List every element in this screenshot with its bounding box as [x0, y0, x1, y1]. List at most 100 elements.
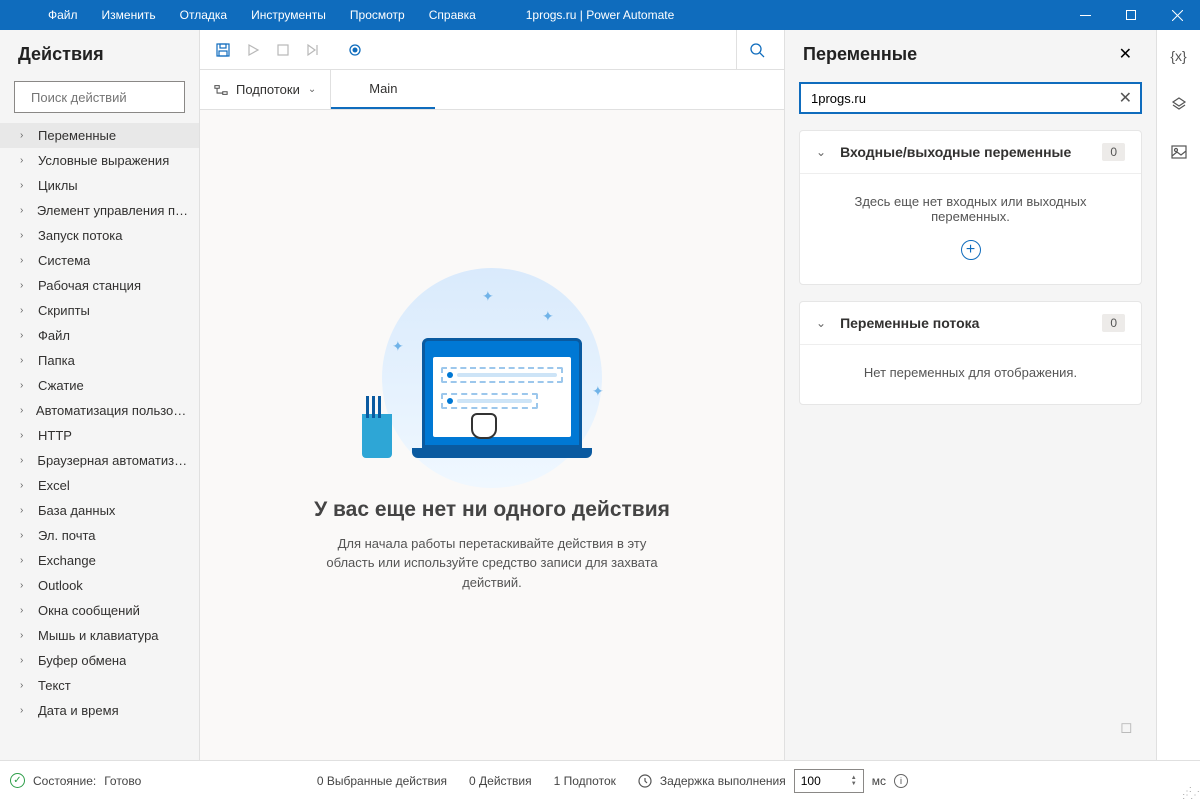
action-category-label: Скрипты: [38, 303, 90, 318]
tab-main[interactable]: Main: [331, 70, 435, 109]
chevron-right-icon: ›: [20, 705, 28, 716]
step-icon[interactable]: [298, 35, 328, 65]
action-category[interactable]: ›Элемент управления потоком: [0, 198, 199, 223]
chevron-right-icon: ›: [20, 630, 28, 641]
delay-value-input[interactable]: [801, 774, 841, 788]
minimize-button[interactable]: [1062, 0, 1108, 30]
record-icon[interactable]: [340, 35, 370, 65]
action-category-label: База данных: [38, 503, 115, 518]
action-category-label: HTTP: [38, 428, 72, 443]
actions-search-input[interactable]: [31, 90, 207, 105]
action-category[interactable]: ›Outlook: [0, 573, 199, 598]
flow-canvas[interactable]: ✦ ✦ ✦ ✦ У вас еще нет ни одного: [200, 110, 784, 760]
action-category[interactable]: ›Браузерная автоматизация: [0, 448, 199, 473]
action-category[interactable]: ›Папка: [0, 348, 199, 373]
action-category[interactable]: ›Скрипты: [0, 298, 199, 323]
action-category[interactable]: ›Условные выражения: [0, 148, 199, 173]
main-menu: ФайлИзменитьОтладкаИнструментыПросмотрСп…: [0, 2, 488, 28]
add-variable-button[interactable]: +: [961, 240, 981, 260]
subflows-dropdown[interactable]: Подпотоки ⌄: [200, 70, 331, 109]
action-category[interactable]: ›Сжатие: [0, 373, 199, 398]
action-category-label: Запуск потока: [38, 228, 123, 243]
action-category[interactable]: ›База данных: [0, 498, 199, 523]
menu-Справка[interactable]: Справка: [417, 2, 488, 28]
delay-input[interactable]: ▲▼: [794, 769, 864, 793]
chevron-down-icon: ⌄: [816, 316, 826, 330]
save-icon[interactable]: [208, 35, 238, 65]
actions-search[interactable]: [14, 81, 185, 113]
status-ok-icon: ✓: [10, 773, 25, 788]
pin-icon[interactable]: ◇: [1115, 715, 1140, 740]
action-category[interactable]: ›Файл: [0, 323, 199, 348]
action-category[interactable]: ›Текст: [0, 673, 199, 698]
io-variables-title: Входные/выходные переменные: [840, 144, 1088, 160]
action-category[interactable]: ›HTTP: [0, 423, 199, 448]
status-state-value: Готово: [104, 774, 141, 788]
action-category[interactable]: ›Автоматизация пользовательского: [0, 398, 199, 423]
io-variables-section: ⌄ Входные/выходные переменные 0 Здесь ещ…: [799, 130, 1142, 285]
variables-title: Переменные: [803, 44, 1113, 65]
actions-panel: Действия ›Переменные›Условные выражения›…: [0, 30, 200, 760]
action-category[interactable]: ›Запуск потока: [0, 223, 199, 248]
action-category-label: Файл: [38, 328, 70, 343]
status-subflows: 1 Подпоток: [554, 774, 616, 788]
action-category[interactable]: ›Циклы: [0, 173, 199, 198]
maximize-button[interactable]: [1108, 0, 1154, 30]
action-category[interactable]: ›Excel: [0, 473, 199, 498]
menu-Отладка[interactable]: Отладка: [168, 2, 239, 28]
variables-search-input[interactable]: [801, 91, 1111, 106]
chevron-right-icon: ›: [20, 255, 28, 266]
chevron-down-icon: ⌄: [816, 145, 826, 159]
resize-grip[interactable]: ⋰⋰⋰: [1182, 790, 1198, 798]
spinner-icons[interactable]: ▲▼: [851, 775, 857, 787]
info-icon[interactable]: i: [894, 774, 908, 788]
action-category[interactable]: › Система: [0, 248, 199, 273]
action-category-label: Рабочая станция: [38, 278, 141, 293]
chevron-right-icon: ›: [20, 280, 28, 291]
stop-icon[interactable]: [268, 35, 298, 65]
actions-title: Действия: [18, 44, 181, 65]
io-variables-header[interactable]: ⌄ Входные/выходные переменные 0: [800, 131, 1141, 173]
action-category-label: Система: [38, 253, 90, 268]
flow-variables-section: ⌄ Переменные потока 0 Нет переменных для…: [799, 301, 1142, 405]
delay-unit: мс: [872, 774, 886, 788]
chevron-right-icon: ›: [20, 680, 28, 691]
canvas-search-icon[interactable]: [736, 30, 776, 69]
variables-panel: Переменные ✕ ✕ ⌄ Входные/выходные переме…: [784, 30, 1156, 760]
close-panel-icon[interactable]: ✕: [1113, 38, 1138, 70]
action-category-label: Сжатие: [38, 378, 84, 393]
variables-search[interactable]: ✕: [799, 82, 1142, 114]
flow-variables-header[interactable]: ⌄ Переменные потока 0: [800, 302, 1141, 344]
action-category[interactable]: ›Мышь и клавиатура: [0, 623, 199, 648]
action-category[interactable]: › Дата и время: [0, 698, 199, 723]
layers-rail-icon[interactable]: [1165, 90, 1193, 118]
variables-rail-icon[interactable]: {x}: [1165, 42, 1193, 70]
action-category-label: Дата и время: [38, 703, 119, 718]
action-category[interactable]: ›Окна сообщений: [0, 598, 199, 623]
menu-Инструменты[interactable]: Инструменты: [239, 2, 338, 28]
flow-variables-empty: Нет переменных для отображения.: [816, 365, 1125, 380]
images-rail-icon[interactable]: [1165, 138, 1193, 166]
chevron-right-icon: ›: [20, 655, 28, 666]
menu-Просмотр[interactable]: Просмотр: [338, 2, 417, 28]
io-variables-empty: Здесь еще нет входных или выходных перем…: [816, 194, 1125, 224]
actions-list: ›Переменные›Условные выражения›Циклы›Эле…: [0, 123, 199, 760]
action-category[interactable]: ›Переменные: [0, 123, 199, 148]
action-category-label: Outlook: [38, 578, 83, 593]
menu-Изменить[interactable]: Изменить: [90, 2, 168, 28]
clear-search-icon[interactable]: ✕: [1111, 88, 1140, 108]
close-button[interactable]: [1154, 0, 1200, 30]
menu-Файл[interactable]: Файл: [36, 2, 90, 28]
chevron-right-icon: ›: [20, 405, 26, 416]
delay-label: Задержка выполнения: [660, 774, 786, 788]
action-category[interactable]: ›Эл. почта: [0, 523, 199, 548]
action-category[interactable]: › Рабочая станция: [0, 273, 199, 298]
action-category[interactable]: ›Exchange: [0, 548, 199, 573]
window-title: 1progs.ru | Power Automate: [526, 8, 675, 22]
action-category-label: Эл. почта: [38, 528, 96, 543]
chevron-right-icon: ›: [20, 605, 28, 616]
status-selected: 0 Выбранные действия: [317, 774, 447, 788]
io-variables-count: 0: [1102, 143, 1125, 161]
run-icon[interactable]: [238, 35, 268, 65]
action-category[interactable]: ›Буфер обмена: [0, 648, 199, 673]
